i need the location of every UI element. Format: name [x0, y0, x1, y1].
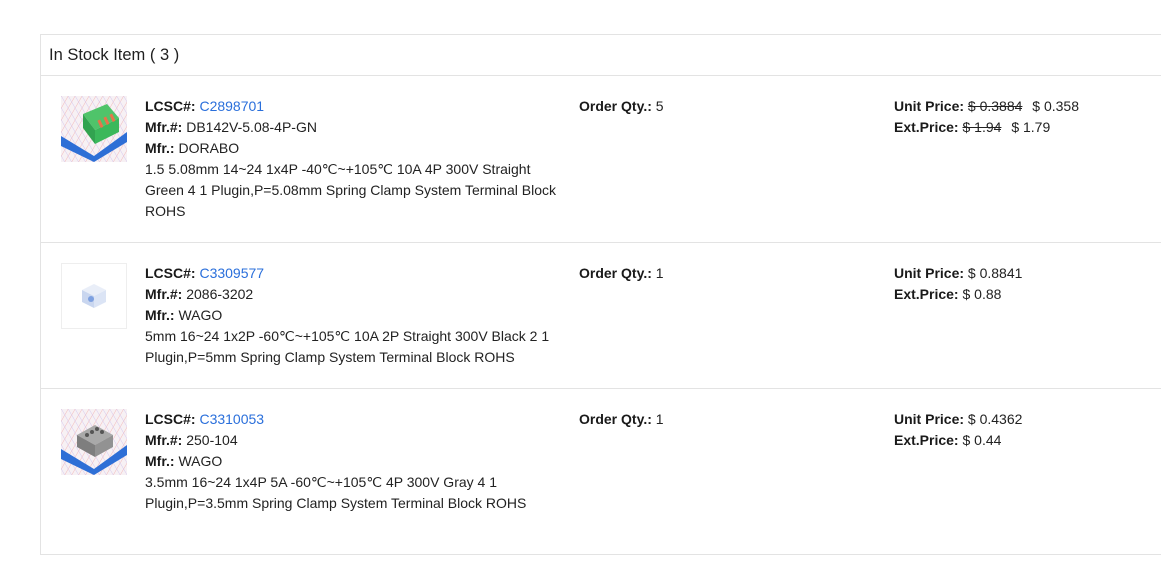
unit-price-label: Unit Price: — [894, 98, 965, 114]
order-qty: Order Qty.: 5 — [579, 96, 664, 117]
unit-price-label: Unit Price: — [894, 265, 965, 281]
lcsc-label: LCSC#: — [145, 98, 196, 114]
item-description: 3.5mm 16~24 1x4P 5A -60℃~+105℃ 4P 300V G… — [145, 474, 527, 511]
order-qty-label: Order Qty.: — [579, 265, 652, 281]
mfr-part-number: 2086-3202 — [186, 286, 254, 302]
placeholder-box-icon — [62, 264, 126, 328]
unit-price-value: $ 0.8841 — [967, 265, 1023, 281]
mfr-part-label: Mfr.#: — [145, 119, 183, 135]
pricing: Unit Price: $ 0.4362 Ext.Price: $ 0.44 — [894, 409, 1022, 451]
list-item: LCSC#: C3309577 Mfr.#: 2086-3202 Mfr.: W… — [41, 243, 1161, 389]
gray-terminal-block-icon — [61, 409, 127, 475]
list-item: LCSC#: C3310053 Mfr.#: 250-104 Mfr.: WAG… — [41, 389, 1161, 555]
order-qty-label: Order Qty.: — [579, 411, 652, 427]
mfr-part-number: 250-104 — [186, 432, 238, 448]
item-description: 1.5 5.08mm 14~24 1x4P -40℃~+105℃ 10A 4P … — [145, 161, 556, 219]
item-info: LCSC#: C2898701 Mfr.#: DB142V-5.08-4P-GN… — [145, 96, 565, 222]
order-qty: Order Qty.: 1 — [579, 409, 664, 430]
ext-price-label: Ext.Price: — [894, 119, 959, 135]
pricing: Unit Price: $ 0.3884 $ 0.358 Ext.Price: … — [894, 96, 1079, 138]
green-terminal-block-icon — [61, 96, 127, 162]
product-image[interactable] — [61, 263, 127, 329]
item-info: LCSC#: C3310053 Mfr.#: 250-104 Mfr.: WAG… — [145, 409, 565, 514]
ext-price-value: $ 0.44 — [962, 432, 1002, 448]
mfr-part-label: Mfr.#: — [145, 432, 183, 448]
unit-price-label: Unit Price: — [894, 411, 965, 427]
order-qty-value: 1 — [655, 411, 664, 427]
ext-price-value: $ 1.79 — [1011, 119, 1051, 135]
manufacturer-label: Mfr.: — [145, 140, 175, 156]
mfr-part-number: DB142V-5.08-4P-GN — [186, 119, 317, 135]
lcsc-part-link[interactable]: C3310053 — [199, 411, 264, 427]
item-info: LCSC#: C3309577 Mfr.#: 2086-3202 Mfr.: W… — [145, 263, 565, 368]
item-description: 5mm 16~24 1x2P -60℃~+105℃ 10A 2P Straigh… — [145, 328, 550, 365]
unit-price-old: $ 0.3884 — [967, 98, 1023, 114]
order-qty-value: 5 — [655, 98, 664, 114]
order-qty-label: Order Qty.: — [579, 98, 652, 114]
order-qty: Order Qty.: 1 — [579, 263, 664, 284]
lcsc-label: LCSC#: — [145, 411, 196, 427]
manufacturer-name: WAGO — [178, 453, 223, 469]
product-image[interactable] — [61, 96, 127, 162]
order-qty-value: 1 — [655, 265, 664, 281]
ext-price-value: $ 0.88 — [962, 286, 1002, 302]
ext-price-old: $ 1.94 — [962, 119, 1002, 135]
manufacturer-label: Mfr.: — [145, 453, 175, 469]
ext-price-label: Ext.Price: — [894, 432, 959, 448]
in-stock-panel: In Stock Item ( 3 ) LCSC#: C2898701 Mfr.… — [40, 34, 1161, 555]
manufacturer-label: Mfr.: — [145, 307, 175, 323]
unit-price-value: $ 0.4362 — [967, 411, 1023, 427]
ext-price-label: Ext.Price: — [894, 286, 959, 302]
lcsc-label: LCSC#: — [145, 265, 196, 281]
product-image[interactable] — [61, 409, 127, 475]
unit-price-value: $ 0.358 — [1032, 98, 1080, 114]
panel-title: In Stock Item ( 3 ) — [41, 35, 1161, 76]
lcsc-part-link[interactable]: C2898701 — [199, 98, 264, 114]
lcsc-part-link[interactable]: C3309577 — [199, 265, 264, 281]
mfr-part-label: Mfr.#: — [145, 286, 183, 302]
manufacturer-name: DORABO — [178, 140, 240, 156]
list-item: LCSC#: C2898701 Mfr.#: DB142V-5.08-4P-GN… — [41, 76, 1161, 243]
manufacturer-name: WAGO — [178, 307, 223, 323]
pricing: Unit Price: $ 0.8841 Ext.Price: $ 0.88 — [894, 263, 1022, 305]
